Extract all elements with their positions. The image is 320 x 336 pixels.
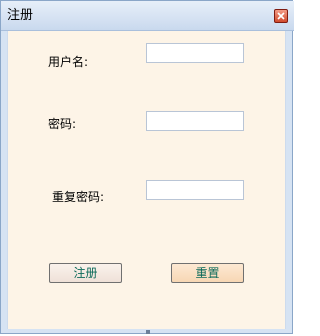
- close-icon: [277, 12, 285, 20]
- password-field[interactable]: [146, 111, 244, 131]
- confirm-password-label: 重复密码:: [52, 190, 105, 204]
- username-field[interactable]: [146, 43, 244, 63]
- close-button[interactable]: [274, 9, 288, 23]
- confirm-password-field[interactable]: [146, 180, 244, 200]
- username-label: 用户名:: [48, 55, 89, 69]
- resize-grip[interactable]: [146, 330, 150, 334]
- password-label: 密码:: [48, 117, 77, 131]
- register-button[interactable]: 注册: [49, 263, 122, 283]
- register-window: 注册 用户名: 密码: 重复密码: 注册 重置: [0, 0, 294, 334]
- window-title: 注册: [7, 8, 34, 23]
- reset-button[interactable]: 重置: [171, 263, 244, 283]
- title-bar[interactable]: 注册: [1, 1, 294, 31]
- form-panel: 用户名: 密码: 重复密码: 注册 重置: [7, 31, 286, 329]
